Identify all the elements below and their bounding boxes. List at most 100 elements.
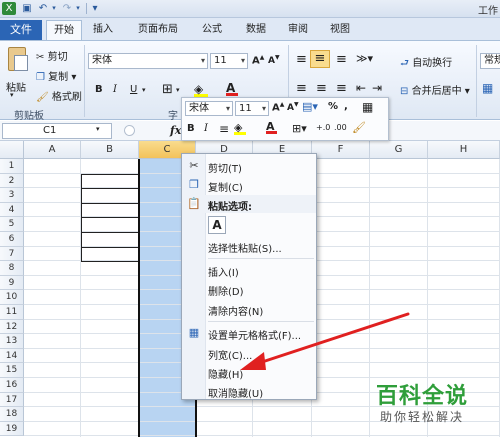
mini-format-table-icon[interactable]: ▦ [362, 100, 373, 114]
save-icon[interactable]: ▣ [20, 2, 34, 15]
mini-format-painter-icon[interactable]: 🖌 [352, 121, 366, 134]
bordered-cell[interactable] [81, 232, 140, 248]
align-top-icon[interactable]: ≡ [296, 52, 307, 67]
shrink-font-button[interactable]: A▼ [268, 54, 280, 66]
borders-icon[interactable]: ⊞ [162, 82, 173, 97]
row-header-11[interactable]: 11 [0, 305, 24, 320]
mini-comma-button[interactable]: , [344, 101, 348, 112]
row-header-6[interactable]: 6 [0, 232, 24, 247]
chevron-down-icon[interactable]: ▾ [241, 54, 245, 68]
row-header-17[interactable]: 17 [0, 392, 24, 408]
row-header-18[interactable]: 18 [0, 407, 24, 422]
underline-dropdown-icon[interactable]: ▾ [142, 86, 146, 94]
row-header-16[interactable]: 16 [0, 378, 24, 393]
chevron-down-icon[interactable]: ▾ [226, 102, 230, 116]
cut-button[interactable]: ✂ 剪切 [36, 48, 68, 63]
mini-percent-button[interactable]: % [328, 101, 338, 112]
borders-dropdown-icon[interactable]: ▾ [176, 86, 180, 94]
row-header-12[interactable]: 12 [0, 319, 24, 335]
align-middle-button[interactable]: ≡ [310, 50, 330, 68]
font-name-combo[interactable]: 宋体 ▾ [88, 53, 208, 69]
formula-bar-resize-icon[interactable] [124, 125, 135, 136]
column-header-h[interactable]: H [428, 141, 500, 159]
copy-button[interactable]: ❐ 复制 ▾ [36, 68, 76, 83]
mini-font-size-combo[interactable]: 11 ▾ [235, 101, 269, 116]
menu-item-insert[interactable]: 插入(I) [182, 261, 316, 279]
decrease-indent-icon[interactable]: ⇤ [356, 81, 366, 95]
column-header-g[interactable]: G [370, 141, 428, 159]
mini-italic-button[interactable]: I [204, 123, 208, 134]
row-header-3[interactable]: 3 [0, 188, 24, 203]
mini-increase-decimal-icon[interactable]: +.0 [316, 123, 330, 132]
bordered-cell[interactable] [81, 173, 140, 190]
tab-file[interactable]: 文件 [0, 20, 42, 40]
row-header-5[interactable]: 5 [0, 217, 24, 232]
mini-borders-icon[interactable]: ⊞▾ [292, 122, 307, 135]
merge-center-button[interactable]: ⊟ 合并后居中 ▾ [400, 82, 470, 97]
paste-dropdown-icon[interactable]: ▾ [10, 91, 14, 99]
column-header-f[interactable]: F [312, 141, 370, 159]
bordered-cell[interactable] [81, 217, 140, 233]
menu-item-cut[interactable]: ✂ 剪切(T) [182, 157, 316, 175]
grow-font-button[interactable]: A▲ [252, 54, 264, 66]
row-header-9[interactable]: 9 [0, 275, 24, 291]
orientation-icon[interactable]: ≫▾ [356, 52, 373, 65]
tab-review[interactable]: 审阅 [280, 20, 316, 40]
row-header-2[interactable]: 2 [0, 173, 24, 189]
chevron-down-icon[interactable]: ▾ [262, 102, 266, 116]
italic-button[interactable]: I [113, 84, 117, 95]
font-color-button[interactable]: A [226, 81, 238, 96]
chevron-down-icon[interactable]: ▾ [201, 54, 205, 68]
redo-icon[interactable]: ↷ [60, 2, 74, 15]
align-bottom-icon[interactable]: ≡ [336, 52, 347, 67]
tab-insert[interactable]: 插入 [86, 20, 120, 40]
customize-toolbar-icon[interactable]: ▾ [90, 2, 100, 15]
mini-fill-color-button[interactable]: ◈ [234, 121, 246, 135]
align-center-icon[interactable]: ≡ [316, 81, 327, 96]
mini-shrink-font-button[interactable]: A▼ [287, 101, 299, 113]
currency-format-icon[interactable]: ▦ [482, 81, 493, 95]
increase-indent-icon[interactable]: ⇥ [372, 81, 382, 95]
row-header-10[interactable]: 10 [0, 290, 24, 305]
tab-formulas[interactable]: 公式 [194, 20, 230, 40]
chevron-down-icon[interactable]: ▾ [96, 125, 100, 133]
paste-label[interactable]: 粘贴 [6, 79, 26, 94]
bold-button[interactable]: B [95, 84, 103, 95]
redo-dropdown-icon[interactable]: ▾ [74, 2, 82, 15]
tab-page-layout[interactable]: 页面布局 [126, 20, 190, 40]
fill-color-button[interactable]: ◈ [194, 82, 208, 97]
format-painter-button[interactable]: 🖌 格式刷 [36, 88, 82, 103]
tab-home[interactable]: 开始 [46, 20, 82, 40]
undo-dropdown-icon[interactable]: ▾ [50, 2, 58, 15]
underline-button[interactable]: U [130, 84, 137, 95]
align-left-icon[interactable]: ≡ [296, 81, 307, 96]
column-header-b[interactable]: B [81, 141, 139, 159]
bordered-cell[interactable] [81, 246, 140, 263]
insert-function-icon[interactable]: fx [170, 124, 181, 137]
tab-data[interactable]: 数据 [238, 20, 274, 40]
font-size-combo[interactable]: 11 ▾ [210, 53, 248, 69]
mini-font-name-combo[interactable]: 宋体 ▾ [185, 101, 233, 116]
wrap-text-button[interactable]: ⮐ 自动换行 [400, 54, 452, 73]
menu-item-copy[interactable]: ❐ 复制(C) [182, 176, 316, 194]
paste-option-keep-source-button[interactable]: A [208, 216, 226, 234]
paste-button[interactable] [4, 47, 30, 77]
row-header-1[interactable]: 1 [0, 159, 24, 174]
number-format-combo[interactable]: 常规 [480, 53, 500, 69]
row-header-19[interactable]: 19 [0, 421, 24, 437]
mini-align-center-icon[interactable]: ≡ [219, 122, 229, 136]
mini-currency-icon[interactable]: ▤▾ [302, 100, 318, 113]
bordered-cell[interactable] [81, 202, 140, 219]
row-header-15[interactable]: 15 [0, 363, 24, 378]
row-header-4[interactable]: 4 [0, 202, 24, 218]
tab-view[interactable]: 视图 [322, 20, 358, 40]
bordered-cell[interactable] [81, 188, 140, 204]
select-all-corner[interactable] [0, 141, 24, 159]
row-header-7[interactable]: 7 [0, 246, 24, 262]
column-header-a[interactable]: A [24, 141, 81, 159]
menu-item-unhide[interactable]: 取消隐藏(U) [182, 382, 316, 400]
align-right-icon[interactable]: ≡ [336, 81, 347, 96]
menu-item-paste-special[interactable]: 选择性粘贴(S)... [182, 237, 316, 255]
row-header-13[interactable]: 13 [0, 334, 24, 349]
row-header-14[interactable]: 14 [0, 348, 24, 364]
